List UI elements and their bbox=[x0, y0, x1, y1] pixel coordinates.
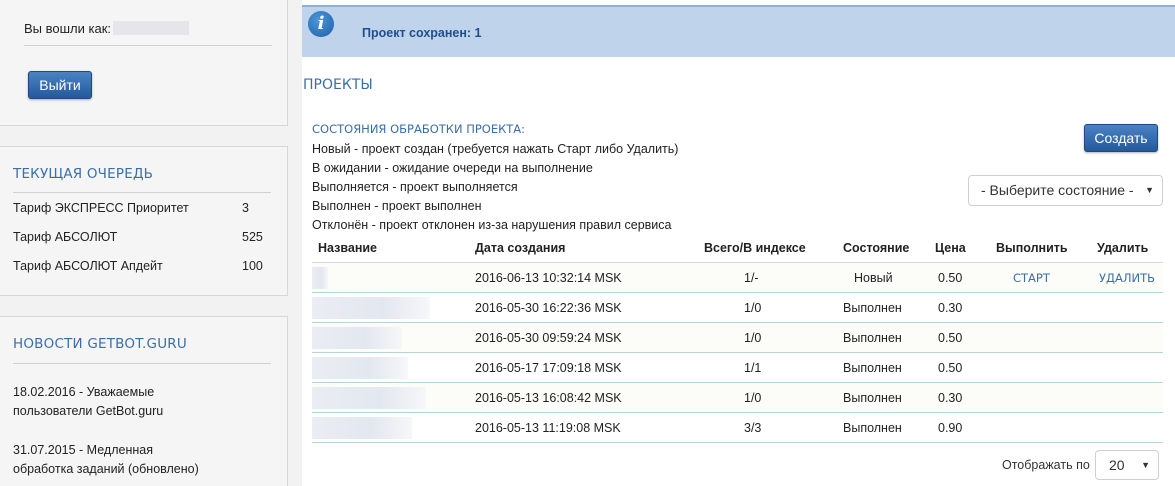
info-icon: i bbox=[308, 11, 334, 37]
table-row: 2016-05-30 16:22:36 MSK 1/0 Выполнен 0.3… bbox=[312, 293, 1163, 323]
cell-date: 2016-05-13 16:08:42 MSK bbox=[475, 391, 622, 405]
sidebar: Вы вошли как: Выйти ТЕКУЩАЯ ОЧЕРЕДЬ Тари… bbox=[0, 0, 288, 486]
cell-index: 1/0 bbox=[744, 301, 762, 315]
table-row: 2016-05-13 11:19:08 MSK 3/3 Выполнен 0.9… bbox=[312, 413, 1163, 443]
divider bbox=[13, 192, 271, 193]
table-row: 2016-06-13 10:32:14 MSK 1/- Новый 0.50 С… bbox=[312, 263, 1163, 293]
divider bbox=[24, 45, 272, 46]
cell-date: 2016-05-13 11:19:08 MSK bbox=[475, 421, 621, 435]
cell-state: Выполнен bbox=[843, 421, 902, 435]
table-row: 2016-05-17 17:09:18 MSK 1/1 Выполнен 0.5… bbox=[312, 353, 1163, 383]
start-link[interactable]: СТАРТ bbox=[1013, 271, 1050, 285]
login-label: Вы вошли как: bbox=[24, 21, 112, 36]
cell-index: 1/- bbox=[744, 271, 759, 285]
state-filter-value: - Выберите состояние - bbox=[981, 182, 1134, 198]
cell-date: 2016-05-17 17:09:18 MSK bbox=[475, 361, 622, 375]
cell-index: 3/3 bbox=[744, 421, 762, 435]
chevron-down-icon: ▼ bbox=[1145, 185, 1154, 195]
news-item[interactable]: 31.07.2015 - Медленная обработка заданий… bbox=[13, 441, 233, 479]
logout-button[interactable]: Выйти bbox=[28, 71, 92, 99]
news-panel: НОВОСТИ GETBOT.GURU 18.02.2016 - Уважаем… bbox=[0, 316, 288, 486]
alert-message: Проект сохранен: 1 bbox=[362, 26, 482, 40]
state-description: Новый - проект создан (требуется нажать … bbox=[312, 142, 679, 156]
cell-price: 0.90 bbox=[938, 421, 963, 435]
news-item-line: 18.02.2016 - Уважаемые bbox=[13, 385, 155, 399]
queue-tariff-name: Тариф АБСОЛЮТ bbox=[13, 230, 118, 244]
table-row: 2016-05-13 16:08:42 MSK 1/0 Выполнен 0.3… bbox=[312, 383, 1163, 413]
cell-state: Выполнен bbox=[843, 301, 902, 315]
queue-tariff-name: Тариф АБСОЛЮТ Апдейт bbox=[13, 259, 163, 273]
queue-row: Тариф ЭКСПРЕСС Приоритет 3 bbox=[13, 201, 271, 221]
table-row: 2016-05-30 09:59:24 MSK 1/0 Выполнен 0.5… bbox=[312, 323, 1163, 353]
queue-row: Тариф АБСОЛЮТ 525 bbox=[13, 230, 271, 250]
chevron-down-icon: ▼ bbox=[1141, 460, 1150, 470]
queue-panel: ТЕКУЩАЯ ОЧЕРЕДЬ Тариф ЭКСПРЕСС Приоритет… bbox=[0, 146, 288, 296]
queue-title: ТЕКУЩАЯ ОЧЕРЕДЬ bbox=[13, 166, 154, 182]
queue-row: Тариф АБСОЛЮТ Апдейт 100 bbox=[13, 259, 271, 279]
news-item[interactable]: 18.02.2016 - Уважаемые пользователи GetB… bbox=[13, 383, 233, 421]
cell-price: 0.30 bbox=[938, 301, 963, 315]
project-name-redacted bbox=[312, 267, 328, 289]
login-panel: Вы вошли как: Выйти bbox=[0, 0, 288, 126]
cell-index: 1/0 bbox=[744, 331, 762, 345]
queue-count: 525 bbox=[242, 230, 263, 244]
col-header-name[interactable]: Название bbox=[318, 241, 377, 255]
cell-price: 0.30 bbox=[938, 391, 963, 405]
per-page-label: Отображать по bbox=[1002, 458, 1090, 472]
news-item-line: обработка заданий (обновлено) bbox=[13, 462, 199, 476]
per-page-select[interactable]: 20 ▼ bbox=[1095, 450, 1159, 480]
main-content: i Проект сохранен: 1 ПРОЕКТЫ СОСТОЯНИЯ О… bbox=[302, 0, 1175, 486]
cell-state: Новый bbox=[854, 271, 893, 285]
page-title: ПРОЕКТЫ bbox=[303, 77, 373, 93]
news-item-line: 31.07.2015 - Медленная bbox=[13, 443, 153, 457]
project-name-redacted bbox=[312, 357, 408, 379]
cell-state: Выполнен bbox=[843, 331, 902, 345]
col-header-index[interactable]: Всего/В индексе bbox=[704, 241, 806, 255]
col-header-state[interactable]: Состояние bbox=[843, 241, 909, 255]
login-status: Вы вошли как: bbox=[24, 21, 190, 36]
col-header-delete: Удалить bbox=[1097, 241, 1149, 255]
cell-date: 2016-05-30 16:22:36 MSK bbox=[475, 301, 622, 315]
cell-index: 1/1 bbox=[744, 361, 762, 375]
col-header-date[interactable]: Дата создания bbox=[475, 241, 565, 255]
project-name-redacted bbox=[312, 297, 430, 319]
cell-date: 2016-06-13 10:32:14 MSK bbox=[475, 271, 622, 285]
state-description: Выполнен - проект выполнен bbox=[312, 199, 482, 213]
per-page-value: 20 bbox=[1109, 457, 1125, 473]
cell-state: Выполнен bbox=[843, 391, 902, 405]
alert-bar: i Проект сохранен: 1 bbox=[302, 5, 1175, 57]
project-name-redacted bbox=[312, 417, 412, 439]
delete-link[interactable]: УДАЛИТЬ bbox=[1099, 271, 1155, 285]
state-description: Отклонён - проект отклонен из-за нарушен… bbox=[312, 218, 672, 232]
project-name-redacted bbox=[312, 327, 402, 349]
queue-tariff-name: Тариф ЭКСПРЕСС Приоритет bbox=[13, 201, 189, 215]
username-redacted bbox=[113, 21, 190, 35]
cell-index: 1/0 bbox=[744, 391, 762, 405]
queue-count: 100 bbox=[242, 259, 263, 273]
col-header-price[interactable]: Цена bbox=[935, 241, 966, 255]
col-header-run: Выполнить bbox=[996, 241, 1068, 255]
state-description: В ожидании - ожидание очереди на выполне… bbox=[312, 161, 593, 175]
news-title: НОВОСТИ GETBOT.GURU bbox=[13, 336, 187, 352]
news-item-line: пользователи GetBot.guru bbox=[13, 404, 164, 418]
cell-price: 0.50 bbox=[938, 331, 963, 345]
cell-price: 0.50 bbox=[938, 271, 963, 285]
divider bbox=[13, 363, 271, 364]
state-filter-select[interactable]: - Выберите состояние - ▼ bbox=[968, 175, 1163, 206]
state-description: Выполняется - проект выполняется bbox=[312, 180, 518, 194]
cell-date: 2016-05-30 09:59:24 MSK bbox=[475, 331, 622, 345]
create-button[interactable]: Создать bbox=[1084, 124, 1158, 152]
cell-price: 0.50 bbox=[938, 361, 963, 375]
cell-state: Выполнен bbox=[843, 361, 902, 375]
states-title: СОСТОЯНИЯ ОБРАБОТКИ ПРОЕКТА: bbox=[312, 122, 526, 136]
project-name-redacted bbox=[312, 387, 426, 409]
queue-count: 3 bbox=[242, 201, 249, 215]
